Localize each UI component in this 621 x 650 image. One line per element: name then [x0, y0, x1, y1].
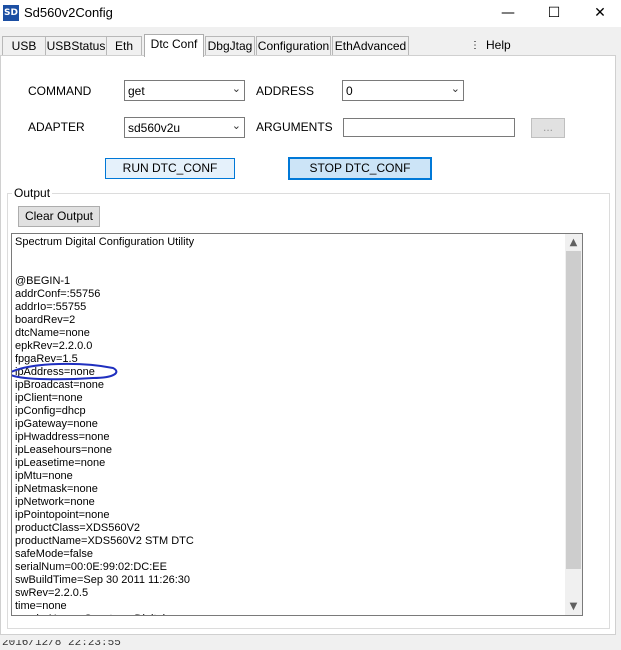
status-timestamp: 2016/12/8 22:23:55: [2, 640, 121, 649]
output-line: ipHwaddress=none: [15, 431, 110, 443]
tab-eth[interactable]: Eth: [106, 36, 142, 56]
tab-usbstatus[interactable]: USBStatus: [45, 36, 107, 56]
output-group-label: Output: [12, 186, 53, 200]
output-line: @BEGIN-1: [15, 275, 71, 287]
command-label: COMMAND: [28, 84, 92, 98]
stop-dtc-conf-button[interactable]: STOP DTC_CONF: [288, 157, 432, 180]
vertical-scrollbar[interactable]: ▲ ▼: [565, 234, 582, 615]
output-text: Spectrum Digital Configuration Utility @…: [15, 236, 565, 615]
adapter-value: sd560v2u: [128, 121, 181, 135]
output-line: ipPointopoint=none: [15, 509, 110, 521]
tab-configuration[interactable]: Configuration: [256, 36, 331, 56]
browse-button[interactable]: ...: [531, 118, 565, 138]
address-select[interactable]: 0 ⌄: [342, 80, 464, 101]
scroll-down-icon[interactable]: ▼: [565, 598, 582, 615]
menu-overflow-icon[interactable]: ⋮: [470, 36, 480, 55]
output-line: dtcName=none: [15, 327, 90, 339]
close-button[interactable]: ✕: [577, 0, 621, 27]
output-line: ipMtu=none: [15, 470, 73, 482]
output-line: time=none: [15, 600, 67, 612]
output-line: epkRev=2.2.0.0: [15, 340, 93, 352]
clear-output-button[interactable]: Clear Output: [18, 206, 100, 227]
output-textarea[interactable]: Spectrum Digital Configuration Utility @…: [11, 233, 583, 616]
output-line: ipNetmask=none: [15, 483, 98, 495]
chevron-down-icon: ⌄: [231, 82, 241, 95]
hand-drawn-circle-annotation: [12, 362, 118, 381]
output-line: serialNum=00:0E:99:02:DC:EE: [15, 561, 167, 573]
tab-strip: USB USBStatus Eth Dtc Conf DbgJtag Confi…: [0, 34, 621, 57]
output-line: safeMode=false: [15, 548, 93, 560]
arguments-label: ARGUMENTS: [256, 120, 333, 134]
scroll-thumb[interactable]: [566, 251, 581, 569]
status-bar: 2016/12/8 22:23:55: [0, 640, 621, 650]
tab-dbgjtag[interactable]: DbgJtag: [205, 36, 255, 56]
output-line: ipLeasetime=none: [15, 457, 106, 469]
arguments-input[interactable]: [343, 118, 515, 137]
title-bar: SD Sd560v2Config — ☐ ✕: [0, 0, 621, 27]
adapter-select[interactable]: sd560v2u ⌄: [124, 117, 245, 138]
app-icon: SD: [3, 5, 19, 21]
window-title: Sd560v2Config: [24, 5, 113, 20]
maximize-button[interactable]: ☐: [531, 0, 577, 27]
output-line: ipGateway=none: [15, 418, 98, 430]
scroll-up-icon[interactable]: ▲: [565, 234, 582, 251]
output-line: productName=XDS560V2 STM DTC: [15, 535, 194, 547]
minimize-button[interactable]: —: [485, 0, 531, 27]
output-line: boardRev=2: [15, 314, 76, 326]
output-line: ipClient=none: [15, 392, 83, 404]
output-line: addrConf=:55756: [15, 288, 101, 300]
output-line: productClass=XDS560V2: [15, 522, 141, 534]
chevron-down-icon: ⌄: [450, 82, 460, 95]
command-value: get: [128, 84, 145, 98]
output-line: ipLeasehours=none: [15, 444, 112, 456]
output-line: vendorName=Spectrum Digital: [15, 613, 565, 615]
output-line: ipNetwork=none: [15, 496, 95, 508]
adapter-label: ADAPTER: [28, 120, 85, 134]
output-line: swBuildTime=Sep 30 2011 11:26:30: [15, 574, 190, 586]
output-line: addrIo=:55755: [15, 301, 87, 313]
help-menu[interactable]: Help: [486, 36, 511, 55]
tab-ethadvanced[interactable]: EthAdvanced: [332, 36, 409, 56]
output-line: swRev=2.2.0.5: [15, 587, 89, 599]
tab-usb[interactable]: USB: [2, 36, 46, 56]
address-value: 0: [346, 84, 353, 98]
output-line: ipConfig=dhcp: [15, 405, 86, 417]
address-label: ADDRESS: [256, 84, 315, 98]
run-dtc-conf-button[interactable]: RUN DTC_CONF: [105, 158, 235, 179]
tab-dtc-conf[interactable]: Dtc Conf: [144, 34, 204, 57]
output-line: Spectrum Digital Configuration Utility: [15, 236, 195, 248]
chevron-down-icon: ⌄: [231, 119, 241, 132]
command-select[interactable]: get ⌄: [124, 80, 245, 101]
